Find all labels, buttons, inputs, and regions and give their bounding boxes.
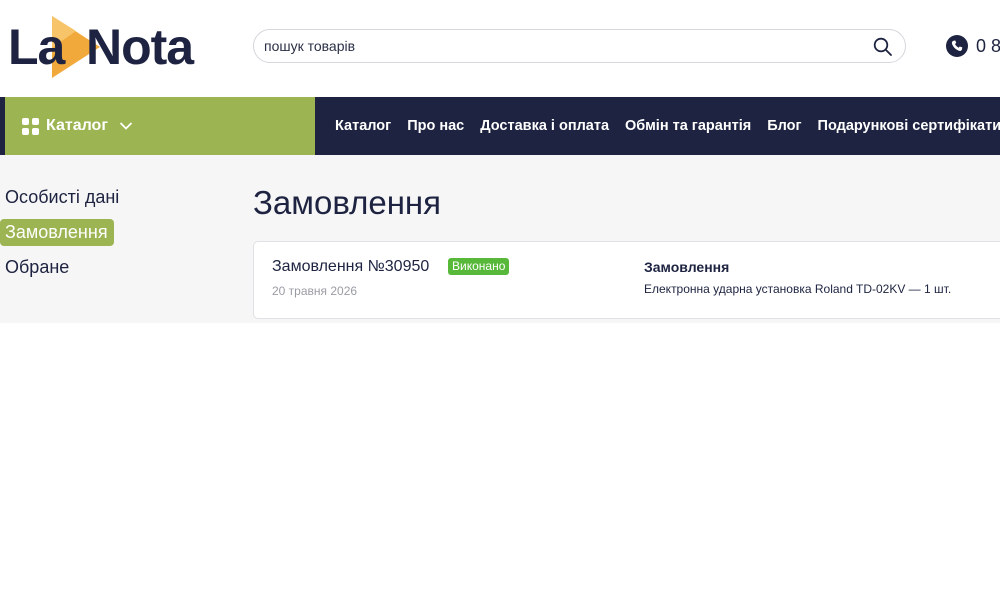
phone-contact[interactable]: 0 8 (946, 34, 1000, 58)
nav-links: Каталог Про нас Доставка і оплата Обмін … (335, 97, 1000, 155)
nav-link-gift-certificates[interactable]: Подарункові сертифікати (818, 118, 1000, 134)
order-date: 20 травня 2026 (272, 284, 358, 298)
catalog-button[interactable]: Каталог (5, 97, 315, 155)
main-nav: Каталог Каталог Про нас Доставка і оплат… (0, 97, 1000, 155)
page-title: Замовлення (253, 184, 442, 221)
order-number: Замовлення №30950 (272, 258, 430, 275)
site-header: La Nota 0 8 (0, 0, 1000, 97)
nav-link-exchange[interactable]: Обмін та гарантія (625, 118, 751, 134)
svg-text:La: La (8, 19, 67, 75)
search-input[interactable] (264, 30, 854, 62)
chevron-down-icon (119, 122, 133, 130)
order-item: Електронна ударна установка Roland TD-02… (644, 282, 952, 296)
search-box[interactable] (253, 29, 906, 63)
nav-link-about[interactable]: Про нас (407, 118, 464, 134)
status-badge: Виконано (448, 258, 510, 275)
order-card[interactable]: Замовлення №30950 Виконано 20 травня 202… (253, 241, 1000, 319)
phone-icon (946, 35, 968, 57)
order-items-heading: Замовлення (644, 259, 730, 275)
nav-link-catalog[interactable]: Каталог (335, 118, 391, 134)
grid-icon (22, 117, 39, 135)
nav-link-delivery[interactable]: Доставка і оплата (480, 118, 609, 134)
sidebar-item-orders[interactable]: Замовлення (0, 219, 114, 246)
phone-number[interactable]: 0 8 (976, 36, 1000, 57)
sidebar-item-favorites[interactable]: Обране (0, 254, 75, 281)
lanota-logo[interactable]: La Nota (8, 14, 213, 80)
search-icon[interactable] (873, 37, 893, 57)
catalog-button-label: Каталог (46, 117, 108, 134)
svg-text:Nota: Nota (86, 19, 195, 75)
nav-link-blog[interactable]: Блог (767, 118, 801, 134)
sidebar-item-personal-data[interactable]: Особисті дані (0, 184, 125, 211)
